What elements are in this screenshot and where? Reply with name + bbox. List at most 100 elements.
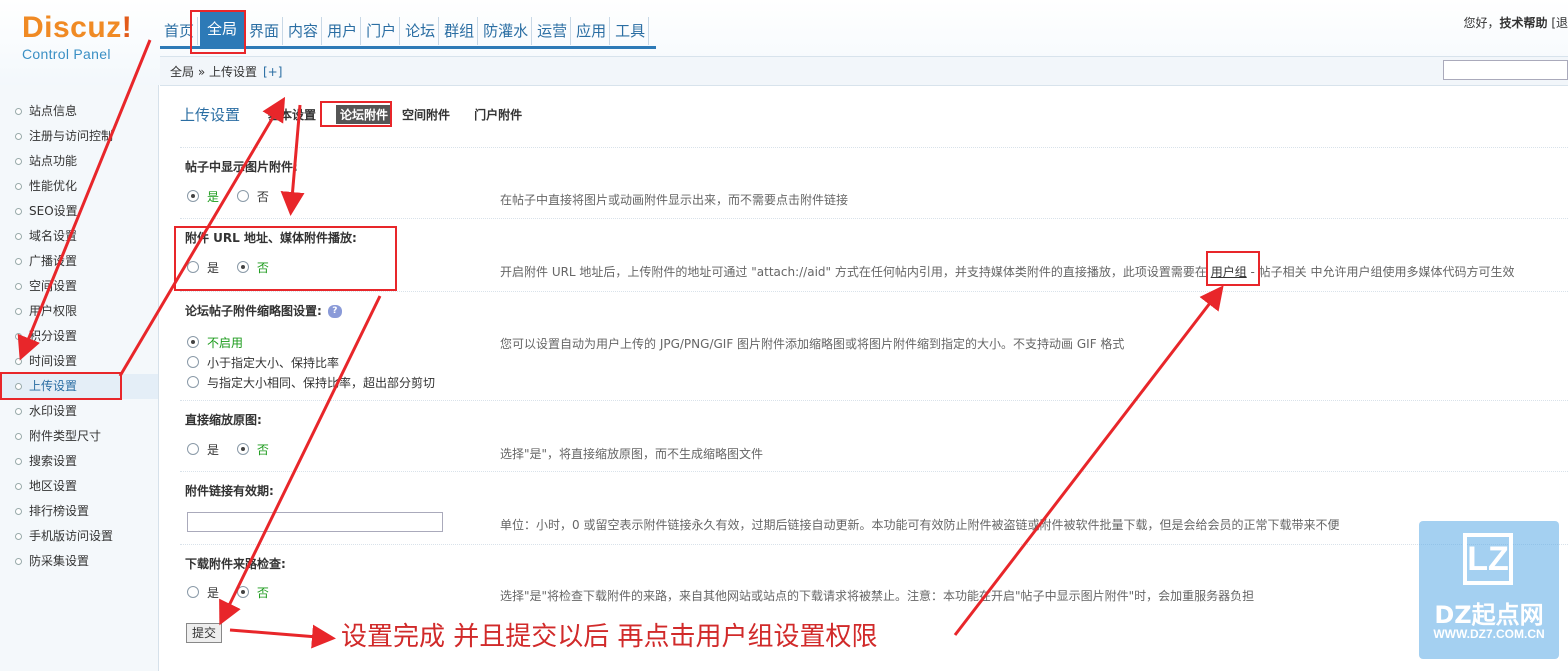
main-content: 上传设置 基本设置 论坛附件 空间附件 门户附件 帖子中显示图片附件: 是 否 … bbox=[160, 85, 1568, 671]
topnav-portal[interactable]: 门户 bbox=[363, 17, 401, 45]
bullet-icon bbox=[15, 108, 22, 115]
sidebar-item-broadcast[interactable]: 广播设置 bbox=[0, 249, 158, 274]
radio-option-yes[interactable]: 是 bbox=[187, 582, 219, 602]
topnav-users[interactable]: 用户 bbox=[324, 17, 362, 45]
topnav-tools[interactable]: 工具 bbox=[612, 17, 650, 45]
radio-option-disabled[interactable]: 不启用 bbox=[187, 332, 435, 352]
option-label: 小于指定大小、保持比率 bbox=[207, 355, 340, 370]
setting-comment: 您可以设置自动为用户上传的 JPG/PNG/GIF 图片附件添加缩略图或将图片附… bbox=[500, 337, 1125, 351]
topnav-groups[interactable]: 群组 bbox=[441, 17, 479, 45]
sidebar-item-label: 搜索设置 bbox=[29, 454, 78, 468]
topnav-forum[interactable]: 论坛 bbox=[402, 17, 440, 45]
sidebar-item-label: 空间设置 bbox=[29, 279, 78, 293]
setting-thumbnail: 论坛帖子附件缩略图设置:? 不启用 小于指定大小、保持比率 与指定大小相同、保持… bbox=[180, 291, 1568, 400]
radio-unchecked-icon[interactable] bbox=[236, 190, 249, 202]
topnav-content[interactable]: 内容 bbox=[285, 17, 323, 45]
topnav-apps[interactable]: 应用 bbox=[573, 17, 611, 45]
setting-comment: 选择"是"将检查下载附件的来路，来自其他网站或站点的下载请求将被禁止。注意：本功… bbox=[500, 589, 1255, 603]
sidebar-item-region[interactable]: 地区设置 bbox=[0, 474, 158, 499]
link-expiry-input[interactable] bbox=[187, 512, 443, 532]
radio-option-yes[interactable]: 是 bbox=[187, 186, 219, 206]
setting-label: 直接缩放原图: bbox=[185, 413, 262, 427]
user-name[interactable]: 技术帮助 bbox=[1499, 16, 1547, 30]
radio-checked-icon[interactable] bbox=[187, 190, 199, 202]
sidebar-item-label: 水印设置 bbox=[29, 404, 78, 418]
radio-option-smaller-keep-ratio[interactable]: 小于指定大小、保持比率 bbox=[187, 352, 435, 372]
watermark-url: WWW.DZ7.COM.CN bbox=[1433, 627, 1545, 641]
bullet-icon bbox=[15, 558, 22, 565]
help-icon[interactable]: ? bbox=[327, 305, 342, 318]
sidebar-item-label: 时间设置 bbox=[29, 354, 78, 368]
sidebar-item-user-permissions[interactable]: 用户权限 bbox=[0, 299, 158, 324]
discuz-logo[interactable]: Discuz! Control Panel bbox=[22, 12, 157, 63]
search-input[interactable] bbox=[1443, 60, 1568, 80]
sidebar-item-anti-scraping[interactable]: 防采集设置 bbox=[0, 549, 158, 574]
setting-show-image-attachments: 帖子中显示图片附件: 是 否 在帖子中直接将图片或动画附件显示出来，而不需要点击… bbox=[180, 147, 1568, 218]
radio-checked-icon[interactable] bbox=[236, 586, 249, 598]
radio-unchecked-icon[interactable] bbox=[187, 586, 199, 598]
bullet-icon bbox=[15, 183, 22, 190]
setting-label: 附件链接有效期: bbox=[185, 484, 274, 498]
tab-space-attachments[interactable]: 空间附件 bbox=[398, 105, 454, 124]
bullet-icon bbox=[15, 508, 22, 515]
topnav-operations[interactable]: 运营 bbox=[534, 17, 572, 45]
option-label: 否 bbox=[256, 442, 269, 457]
radio-option-yes[interactable]: 是 bbox=[187, 439, 219, 459]
sidebar-item-site-info[interactable]: 站点信息 bbox=[0, 99, 158, 124]
logout-link[interactable]: [退 bbox=[1551, 16, 1568, 30]
radio-option-same-size-crop[interactable]: 与指定大小相同、保持比率，超出部分剪切 bbox=[187, 372, 435, 392]
sidebar-item-space[interactable]: 空间设置 bbox=[0, 274, 158, 299]
sidebar-item-mobile[interactable]: 手机版访问设置 bbox=[0, 524, 158, 549]
radio-option-no[interactable]: 否 bbox=[236, 582, 269, 602]
sidebar-item-seo[interactable]: SEO设置 bbox=[0, 199, 158, 224]
sidebar-item-label: 站点信息 bbox=[29, 104, 78, 118]
option-label: 是 bbox=[207, 189, 220, 204]
bullet-icon bbox=[15, 533, 22, 540]
sidebar-item-ranking[interactable]: 排行榜设置 bbox=[0, 499, 158, 524]
radio-option-no[interactable]: 否 bbox=[236, 186, 269, 206]
sidebar-item-search[interactable]: 搜索设置 bbox=[0, 449, 158, 474]
sidebar-item-label: 排行榜设置 bbox=[29, 504, 90, 518]
sidebar-item-site-features[interactable]: 站点功能 bbox=[0, 149, 158, 174]
tab-portal-attachments[interactable]: 门户附件 bbox=[470, 105, 526, 124]
sidebar-item-label: 用户权限 bbox=[29, 304, 78, 318]
sidebar-item-label: 广播设置 bbox=[29, 254, 78, 268]
setting-link-expiry: 附件链接有效期: 单位：小时，0 或留空表示附件链接永久有效，过期后链接自动更新… bbox=[180, 471, 1568, 544]
bullet-icon bbox=[15, 258, 22, 265]
sidebar-item-time[interactable]: 时间设置 bbox=[0, 349, 158, 374]
radio-unchecked-icon[interactable] bbox=[187, 356, 199, 368]
sidebar-item-register-access[interactable]: 注册与访问控制 bbox=[0, 124, 158, 149]
sidebar-item-performance[interactable]: 性能优化 bbox=[0, 174, 158, 199]
bullet-icon bbox=[15, 283, 22, 290]
topnav-interface[interactable]: 界面 bbox=[246, 17, 284, 45]
sidebar-item-watermark[interactable]: 水印设置 bbox=[0, 399, 158, 424]
breadcrumb-bar: 全局 » 上传设置 [+] bbox=[160, 56, 1568, 86]
sidebar-item-label: 性能优化 bbox=[29, 179, 78, 193]
setting-label-text: 论坛帖子附件缩略图设置: bbox=[185, 304, 322, 318]
add-shortcut-button[interactable]: [+] bbox=[263, 65, 282, 79]
option-label: 与指定大小相同、保持比率，超出部分剪切 bbox=[207, 375, 436, 390]
annotation-box-global bbox=[190, 10, 246, 54]
radio-unchecked-icon[interactable] bbox=[187, 376, 199, 388]
radio-unchecked-icon[interactable] bbox=[187, 443, 199, 455]
tab-basic-settings[interactable]: 基本设置 bbox=[264, 105, 320, 124]
bullet-icon bbox=[15, 308, 22, 315]
user-greeting: 您好， bbox=[1463, 16, 1500, 30]
topnav-antispam[interactable]: 防灌水 bbox=[480, 17, 533, 45]
sidebar-item-label: 注册与访问控制 bbox=[29, 129, 114, 143]
submit-button[interactable]: 提交 bbox=[186, 623, 222, 643]
option-label: 是 bbox=[207, 585, 220, 600]
sidebar-item-credits[interactable]: 积分设置 bbox=[0, 324, 158, 349]
sidebar-item-label: 附件类型尺寸 bbox=[29, 429, 102, 443]
sidebar-item-domain[interactable]: 域名设置 bbox=[0, 224, 158, 249]
radio-option-no[interactable]: 否 bbox=[236, 439, 269, 459]
sidebar-item-attachment-types[interactable]: 附件类型尺寸 bbox=[0, 424, 158, 449]
sidebar-item-label: 防采集设置 bbox=[29, 554, 90, 568]
option-label: 否 bbox=[256, 189, 269, 204]
sidebar-item-label: 地区设置 bbox=[29, 479, 78, 493]
option-label: 否 bbox=[256, 585, 269, 600]
radio-checked-icon[interactable] bbox=[187, 336, 199, 348]
radio-checked-icon[interactable] bbox=[236, 443, 249, 455]
setting-comment: 开启附件 URL 地址后，上传附件的地址可通过 "attach://aid" 方… bbox=[500, 263, 1514, 280]
setting-scale-original: 直接缩放原图: 是 否 选择"是"，将直接缩放原图，而不生成缩略图文件 bbox=[180, 400, 1568, 471]
